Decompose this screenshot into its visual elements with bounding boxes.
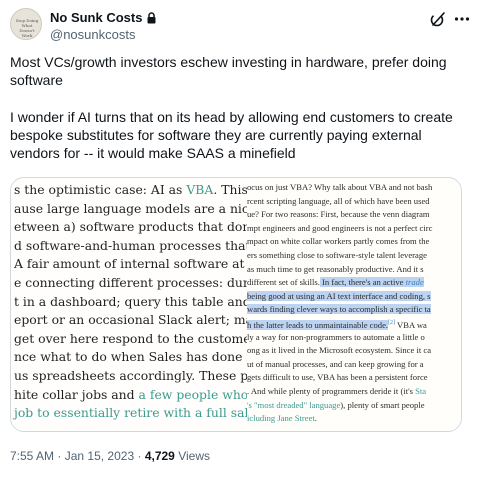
line-text: ers something close to software-style ta… (247, 250, 427, 260)
line-text: d software-and-human processes that (14, 237, 249, 253)
line-link-text: job to essentially retire with a full sa… (14, 405, 249, 421)
document-right-line: ue? For two reasons: First, because the … (247, 208, 430, 220)
document-right-line: rcent scripting language, all of which h… (247, 195, 430, 207)
tweet-date[interactable]: Jan 15, 2023 (65, 449, 134, 463)
line-text: ong as it lived in the Microsoft ecosyst… (247, 345, 432, 356)
line-text: ly a way for non-programmers to automate… (247, 331, 425, 342)
tweet-time[interactable]: 7:55 AM (10, 449, 54, 463)
document-right-line: ong as it lived in the Microsoft ecosyst… (247, 344, 431, 356)
line-text: us spreadsheets accordingly. These pr (14, 368, 249, 383)
footnote-link: [2] (388, 320, 396, 326)
views-count: 4,729 (144, 449, 175, 463)
line-text: VBA wa (395, 319, 427, 330)
line-link-text: Sta (415, 386, 427, 396)
document-left-line: e connecting different processes: dump (14, 274, 249, 292)
document-left-line: t in a dashboard; query this table and (14, 293, 249, 311)
line-text: mpt engineers and good engineers is not … (247, 222, 433, 233)
line-text: eport or an occasional Slack alert; mak (14, 312, 249, 328)
line-text: ue? For two reasons: First, because the … (247, 209, 430, 220)
tweet-paragraph-2: I wonder if AI turns that on its head by… (10, 109, 453, 161)
document-right-line: ly a way for non-programmers to automate… (247, 331, 425, 343)
more-options-icon[interactable] (453, 10, 471, 28)
views-label: Views (178, 449, 210, 463)
highlighted-text: wards finding clever ways to accomplish … (247, 304, 431, 315)
handle[interactable]: @nosunkcosts (50, 27, 157, 43)
document-right-line: being good at using an AI text interface… (247, 290, 431, 302)
line-link-text: VBA (186, 182, 214, 197)
line-text: A fair amount of internal software at s (14, 256, 249, 272)
tweet-text: Most VCs/growth investors eschew investi… (10, 53, 472, 162)
tweet-paragraph-1: Most VCs/growth investors eschew investi… (10, 54, 447, 88)
line-text: get over here respond to the customer (14, 330, 249, 346)
document-right-line: icluding Jane Street. (247, 412, 317, 424)
document-left-line: A fair amount of internal software at s (14, 255, 249, 273)
separator: · (137, 449, 142, 463)
lock-icon (146, 12, 157, 24)
document-left-line: hite collar jobs and a few people who l (14, 386, 249, 404)
document-left-line: d software-and-human processes that (14, 237, 249, 255)
display-name-text: No Sunk Costs (50, 10, 143, 25)
tweet-header: Stop Doing What Doesn't Work No Sunk Cos… (10, 8, 473, 43)
line-text: etween a) software products that don't (14, 219, 249, 235)
highlighted-text: In fact, there's an active trade (319, 277, 424, 288)
avatar-text: Stop Doing What Doesn't Work (15, 18, 39, 38)
grok-icon[interactable] (429, 10, 447, 28)
line-text: rcent scripting language, all of which h… (247, 195, 430, 206)
italic-link-text: trade (405, 277, 424, 288)
line-text: ause large language models are a nice (14, 200, 249, 216)
document-right-panel: ocus on just VBA? Why talk about VBA and… (247, 178, 461, 431)
line-text: mpact on white collar workers partly com… (247, 236, 430, 247)
line-text: as much time to get reasonably productiv… (247, 263, 424, 274)
document-left-line: job to essentially retire with a full sa… (14, 404, 248, 422)
line-text: s the optimistic case: AI as (14, 182, 187, 197)
highlighted-text: h the latter leads to unmaintainable cod… (247, 319, 389, 330)
line-text: ocus on just VBA? Why talk about VBA and… (247, 182, 433, 192)
line-link-text: 's "most dreaded" language (247, 399, 341, 410)
document-left-line: us spreadsheets accordingly. These pr (14, 367, 249, 385)
separator: · (57, 449, 62, 463)
document-left-line: get over here respond to the customer (14, 330, 249, 348)
document-right-line: as much time to get reasonably productiv… (247, 263, 424, 275)
document-right-line: wards finding clever ways to accomplish … (247, 303, 431, 315)
document-right-line: 's "most dreaded" language), plenty of s… (247, 399, 425, 411)
document-right-line: ocus on just VBA? Why talk about VBA and… (247, 181, 432, 193)
document-right-line: mpt engineers and good engineers is not … (247, 222, 432, 234)
document-right-line: . And while plenty of programmers deride… (247, 385, 426, 397)
document-right-line: ut of manual processes, and can keep gro… (247, 358, 424, 370)
document-left-line: eport or an occasional Slack alert; mak (14, 311, 249, 329)
document-left-panel: s the optimistic case: AI as VBA. This c… (11, 178, 249, 431)
line-text: ut of manual processes, and can keep gro… (247, 358, 424, 369)
document-right-line: gets difficult to use, VBA has been a pe… (247, 371, 428, 383)
line-text: nce what to do when Sales has done its (14, 349, 249, 365)
document-right-line: different set of skills. In fact, there'… (247, 276, 424, 288)
document-left-line: etween a) software products that don't (14, 218, 249, 236)
tweet-footer: 7:55 AM · Jan 15, 2023 · 4,729 Views (10, 448, 210, 464)
document-left-line: nce what to do when Sales has done its (14, 348, 249, 366)
avatar[interactable]: Stop Doing What Doesn't Work (10, 8, 42, 40)
line-text: . This c (213, 182, 249, 197)
line-text: e connecting different processes: dump (14, 275, 249, 290)
line-text: different set of skills. (247, 277, 320, 288)
tweet-media-image[interactable]: s the optimistic case: AI as VBA. This c… (10, 177, 462, 432)
line-link-text: icluding Jane Street (247, 413, 315, 424)
document-right-line: h the latter leads to unmaintainable cod… (247, 317, 427, 331)
document-right-line: mpact on white collar workers partly com… (247, 235, 429, 247)
line-text: . And while plenty of programmers deride… (247, 386, 416, 396)
line-text: t in a dashboard; query this table and (14, 293, 249, 309)
document-left-line: s the optimistic case: AI as VBA. This c (14, 181, 249, 199)
line-text: . (314, 413, 317, 424)
line-text: ), plenty of smart people (340, 399, 425, 410)
document-left-line: ause large language models are a nice (14, 200, 249, 218)
line-text: hite collar jobs and (14, 386, 139, 402)
author-info: No Sunk Costs @nosunkcosts (50, 9, 157, 43)
line-link-text: a few people who l (138, 386, 249, 402)
document-right-line: ers something close to software-style ta… (247, 249, 427, 261)
display-name[interactable]: No Sunk Costs (50, 10, 157, 26)
highlighted-text: being good at using an AI text interface… (247, 290, 431, 301)
line-text: gets difficult to use, VBA has been a pe… (247, 372, 428, 383)
